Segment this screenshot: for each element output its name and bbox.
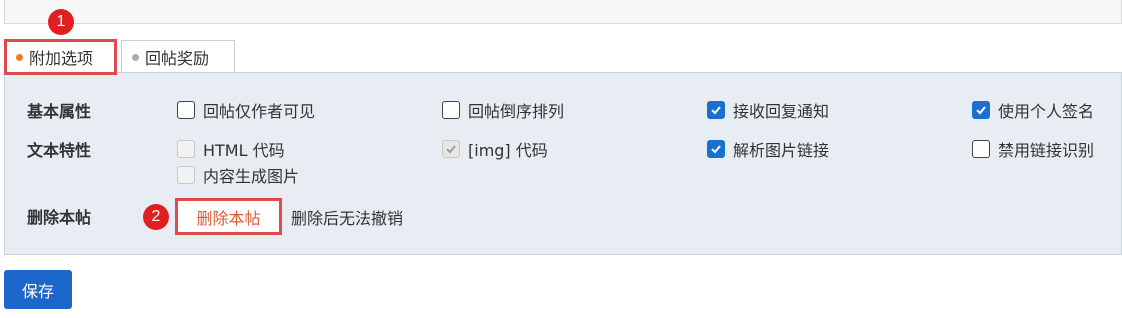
option-label: 禁用链接识别 [998, 141, 1095, 160]
checkbox-disabled-icon[interactable] [177, 166, 195, 184]
tab-extra-options[interactable]: 附加选项 [5, 40, 116, 73]
inactive-dot-icon [132, 53, 139, 61]
delete-warning-text: 删除后无法撤销 [291, 209, 404, 228]
row-label-delete: 删除本帖 [27, 208, 92, 227]
checkbox-unchecked-icon[interactable] [177, 101, 195, 119]
checkbox-disabled-checked-icon[interactable] [442, 140, 460, 158]
active-dot-icon [16, 53, 23, 61]
option-disable-link-detect[interactable]: 禁用链接识别 [972, 137, 1094, 161]
checkbox-checked-icon[interactable] [972, 101, 990, 119]
option-img-code[interactable]: [img] 代码 [442, 137, 548, 161]
editor-area-bottom [4, 0, 1122, 24]
tab-label: 附加选项 [29, 49, 94, 68]
option-label: 内容生成图片 [203, 167, 300, 186]
tab-reply-reward[interactable]: 回帖奖励 [121, 40, 235, 73]
row-label-text: 文本特性 [27, 141, 92, 160]
option-author-only[interactable]: 回帖仅作者可见 [177, 98, 315, 122]
option-content-to-image[interactable]: 内容生成图片 [177, 163, 299, 187]
checkbox-disabled-icon[interactable] [177, 140, 195, 158]
save-button[interactable]: 保存 [4, 270, 72, 309]
option-label: HTML 代码 [203, 141, 285, 160]
option-html-code[interactable]: HTML 代码 [177, 137, 285, 161]
option-parse-image-links[interactable]: 解析图片链接 [707, 137, 829, 161]
delete-post-button[interactable]: 删除本帖 [177, 200, 280, 233]
row-label-basic: 基本属性 [27, 102, 92, 121]
checkbox-unchecked-icon[interactable] [442, 101, 460, 119]
option-label: 回帖仅作者可见 [203, 102, 316, 121]
option-use-signature[interactable]: 使用个人签名 [972, 98, 1094, 122]
step-badge-1: 1 [48, 9, 74, 35]
option-reply-notify[interactable]: 接收回复通知 [707, 98, 829, 122]
option-label: 使用个人签名 [998, 102, 1095, 121]
option-label: 解析图片链接 [733, 141, 830, 160]
tab-label: 回帖奖励 [145, 49, 210, 68]
checkbox-unchecked-icon[interactable] [972, 140, 990, 158]
option-label: 回帖倒序排列 [468, 102, 565, 121]
step-badge-2: 2 [143, 204, 169, 230]
checkbox-checked-icon[interactable] [707, 101, 725, 119]
option-label: 接收回复通知 [733, 102, 830, 121]
option-label: [img] 代码 [468, 141, 548, 160]
option-reverse-order[interactable]: 回帖倒序排列 [442, 98, 564, 122]
checkbox-checked-icon[interactable] [707, 140, 725, 158]
